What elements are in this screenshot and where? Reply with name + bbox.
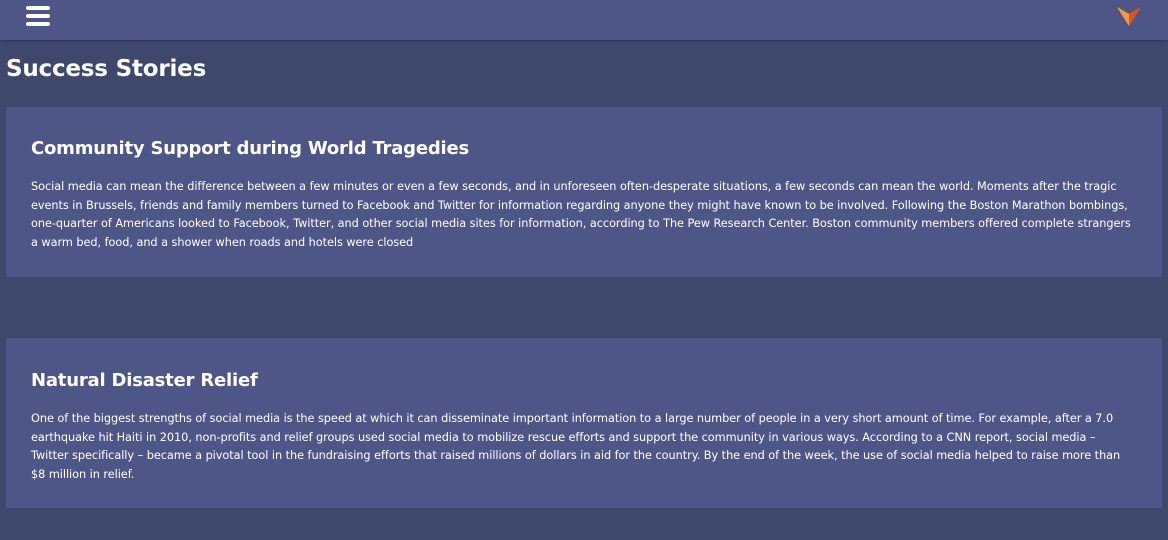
logo-icon[interactable] [1117, 5, 1141, 27]
story-body: Social media can mean the difference bet… [31, 180, 1131, 249]
story-body: One of the biggest strengths of social m… [31, 412, 1121, 481]
top-navbar [0, 0, 1168, 40]
story-title: Community Support during World Tragedies [31, 138, 470, 159]
page-title: Success Stories [6, 56, 207, 82]
story-card: Community Support during World Tragedies… [6, 107, 1162, 277]
story-title: Natural Disaster Relief [31, 370, 258, 391]
story-card: Natural Disaster Relief One of the bigge… [6, 338, 1162, 508]
hamburger-bar [26, 14, 50, 18]
hamburger-menu-icon[interactable] [26, 6, 50, 26]
hamburger-bar [26, 22, 50, 26]
hamburger-bar [26, 6, 50, 10]
